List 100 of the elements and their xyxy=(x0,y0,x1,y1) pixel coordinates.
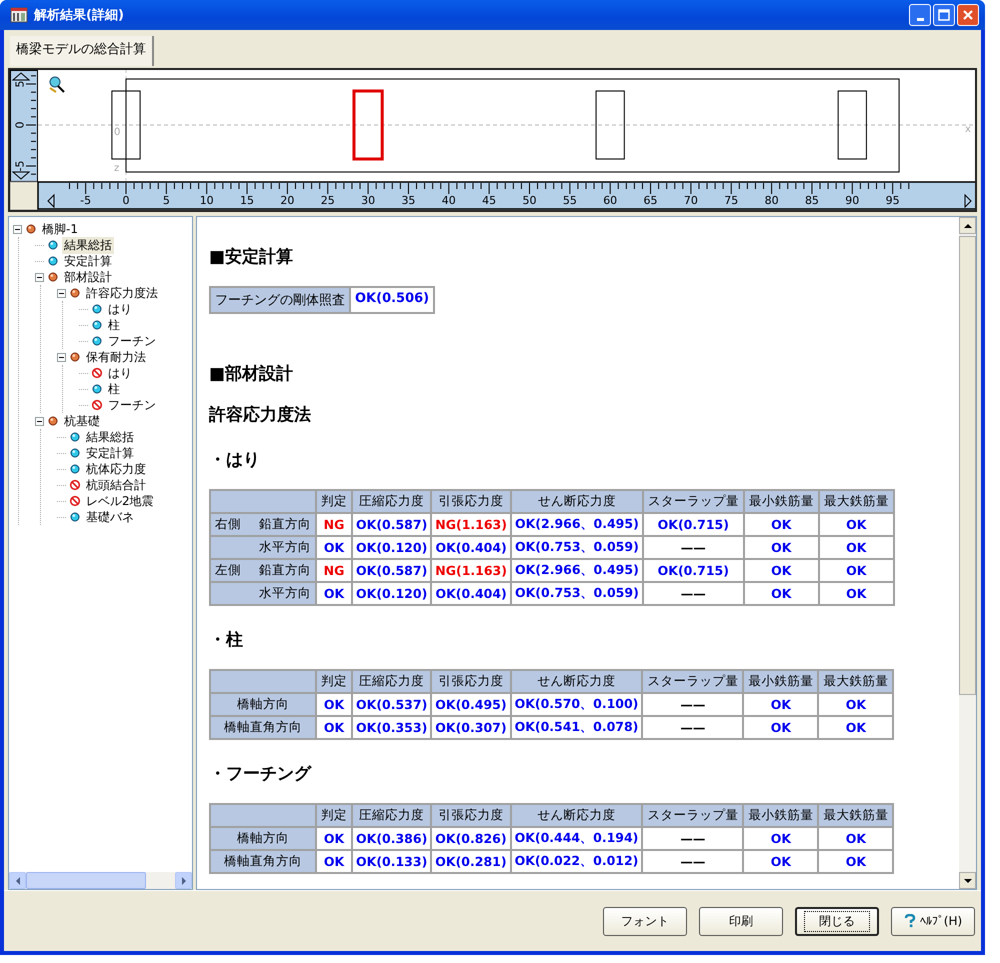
ruler-label: -5 xyxy=(14,160,26,172)
collapse-toggle[interactable] xyxy=(57,288,66,298)
ruler-label: 80 xyxy=(764,194,779,207)
origin-label: 0 xyxy=(114,127,120,138)
tree-item[interactable]: 柱 xyxy=(106,380,122,398)
column-header: 引張応力度 xyxy=(432,671,510,692)
scrollbar-thumb[interactable] xyxy=(959,236,976,696)
result-cell: OK(0.120) xyxy=(353,537,430,558)
collapse-toggle[interactable] xyxy=(35,272,44,282)
tree-item[interactable]: 許容応力度法 xyxy=(84,284,160,302)
tree-item[interactable]: レベル2地震 xyxy=(84,492,156,510)
minimize-icon xyxy=(916,18,924,20)
column-header: スターラップ量 xyxy=(643,671,742,692)
zoom-icon[interactable] xyxy=(49,76,65,93)
tree-item[interactable]: 杭体応力度 xyxy=(84,460,148,478)
tree-item[interactable]: 杭頭結合計 xyxy=(84,476,148,494)
result-cell: OK xyxy=(819,828,892,849)
subsection-heading: 許容応力度法 xyxy=(209,404,312,426)
tree-item[interactable]: 安定計算 xyxy=(84,444,136,462)
result-cell: OK xyxy=(317,537,351,558)
collapse-toggle[interactable] xyxy=(57,352,66,362)
maximize-button[interactable] xyxy=(933,4,955,26)
window-title: 解析結果(詳細) xyxy=(34,7,124,24)
tree-item[interactable]: 基礎バネ xyxy=(84,508,136,526)
scroll-down-button[interactable] xyxy=(959,872,976,889)
result-cell: OK xyxy=(744,828,818,849)
ruler-label: 10 xyxy=(200,194,214,207)
result-cell: OK(0.404) xyxy=(432,537,510,558)
tab[interactable]: 橋梁モデルの総合計算 xyxy=(10,36,154,66)
close-button[interactable] xyxy=(957,4,979,26)
scrollbar-thumb[interactable] xyxy=(26,872,146,889)
tree-item[interactable]: 結果総括 xyxy=(62,236,114,254)
row-header: 橋軸直角方向 xyxy=(224,853,302,870)
tree-item[interactable]: 保有耐力法 xyxy=(84,348,148,366)
result-cell: OK(0.133) xyxy=(353,851,430,872)
row-group-label: 右側 xyxy=(215,516,241,533)
ruler-label: 30 xyxy=(361,194,376,207)
result-cell: OK(0.537) xyxy=(353,694,430,715)
scroll-down-icon[interactable] xyxy=(12,172,30,180)
result-cell: OK xyxy=(744,694,818,715)
result-cell: OK xyxy=(820,560,893,581)
result-cell: OK xyxy=(317,717,351,738)
tree-item[interactable]: フーチン xyxy=(106,332,158,350)
scroll-up-icon[interactable] xyxy=(12,72,30,80)
tree-item[interactable]: 橋脚-1 xyxy=(40,220,80,238)
ruler-label: 5 xyxy=(162,194,170,207)
column-header: 圧縮応力度 xyxy=(353,671,430,692)
result-cell: OK(0.753、0.059) xyxy=(512,537,642,558)
result-cell: OK xyxy=(819,851,892,872)
dialog-button[interactable]: フォント xyxy=(603,906,687,936)
scroll-up-button[interactable] xyxy=(959,217,976,234)
tree-item[interactable]: 安定計算 xyxy=(62,252,114,270)
tree-item[interactable]: はり xyxy=(106,364,134,382)
column-header: せん断応力度 xyxy=(512,805,642,826)
horizontal-scrollbar[interactable] xyxy=(9,872,192,889)
scroll-right-icon[interactable] xyxy=(964,194,972,208)
vertical-scrollbar[interactable] xyxy=(959,217,976,889)
pier-outline[interactable] xyxy=(838,90,867,160)
collapse-toggle[interactable] xyxy=(13,224,22,234)
result-cell: —— xyxy=(643,828,742,849)
scroll-left-button[interactable] xyxy=(9,872,26,889)
check-label: フーチングの剛体照査 xyxy=(211,288,349,312)
tree-item[interactable]: 柱 xyxy=(106,316,122,334)
column-header: 最大鉄筋量 xyxy=(820,491,893,512)
result-cell: —— xyxy=(643,851,742,872)
tree-item[interactable]: 結果総括 xyxy=(84,428,136,446)
column-header: 判定 xyxy=(317,805,351,826)
tree-item[interactable]: フーチン xyxy=(106,396,158,414)
result-cell: —— xyxy=(644,537,743,558)
ruler-label: 70 xyxy=(684,194,698,207)
ruler-label: 35 xyxy=(401,194,416,207)
section-heading: ■部材設計 xyxy=(209,363,294,385)
dialog-button[interactable]: 閉じる xyxy=(795,906,879,936)
ruler-label: 0 xyxy=(14,122,26,128)
result-cell: OK(0.570、0.100) xyxy=(512,694,642,715)
column-header: スターラップ量 xyxy=(643,805,742,826)
pier-outline[interactable] xyxy=(596,90,625,160)
scroll-right-button[interactable] xyxy=(175,872,192,889)
tree-item[interactable]: はり xyxy=(106,300,134,318)
up-arrow-icon xyxy=(964,222,972,228)
column-header: 圧縮応力度 xyxy=(353,805,430,826)
tree-item[interactable]: 部材設計 xyxy=(62,268,114,286)
result-cell: NG xyxy=(317,560,351,581)
scroll-left-icon[interactable] xyxy=(47,194,54,208)
result-cell: OK(0.386) xyxy=(353,828,430,849)
result-cell: NG xyxy=(317,514,351,535)
maximize-icon xyxy=(938,9,950,21)
ruler-label: 50 xyxy=(522,194,536,207)
result-cell: OK xyxy=(744,514,818,535)
result-cell: OK xyxy=(744,537,818,558)
dialog-button[interactable]: 印刷 xyxy=(699,906,783,936)
result-cell: OK(2.966、0.495) xyxy=(512,514,642,535)
result-cell: OK xyxy=(317,583,351,604)
tree-item[interactable]: 杭基礎 xyxy=(62,412,102,430)
collapse-toggle[interactable] xyxy=(35,416,44,426)
minimize-button[interactable] xyxy=(909,4,931,26)
column-header: 最小鉄筋量 xyxy=(744,671,818,692)
pier-outline[interactable] xyxy=(111,90,141,160)
help-button[interactable]: ﾍﾙﾌﾟ(H) xyxy=(891,906,975,936)
check-result: OK(0.506) xyxy=(351,288,434,312)
